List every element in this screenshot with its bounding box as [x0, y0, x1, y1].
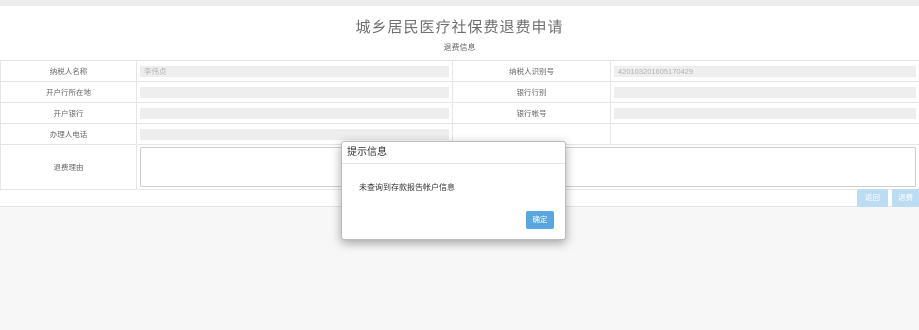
section-title: 退费信息 [443, 43, 476, 52]
taxpayer-name-label: 纳税人名称 [0, 60, 137, 82]
taxpayer-name-field[interactable]: 李伟贞 [140, 65, 449, 77]
bank-location-label: 开户行所在地 [0, 81, 137, 103]
back-button[interactable]: 返回 [857, 189, 888, 207]
dialog-title: 提示信息 [342, 142, 565, 164]
refund-button[interactable]: 退费 [892, 189, 919, 207]
phone-label: 办理人电话 [0, 123, 137, 145]
bank-label: 开户银行 [0, 102, 137, 124]
bank-type-field[interactable] [614, 86, 916, 98]
taxpayer-id-label: 纳税人识别号 [452, 60, 611, 82]
dialog-message: 未查询到存款报告帐户信息 [359, 183, 455, 192]
taxpayer-id-field[interactable]: 420103201605170429 [614, 65, 916, 77]
reason-label: 退费理由 [0, 144, 137, 190]
account-field[interactable] [614, 107, 916, 119]
bank-field[interactable] [140, 107, 449, 119]
bank-location-field[interactable] [140, 86, 449, 98]
phone-field[interactable] [140, 128, 449, 140]
account-label: 银行帐号 [452, 102, 611, 124]
ok-button[interactable]: 确定 [526, 211, 554, 229]
alert-dialog: 提示信息 未查询到存款报告帐户信息 确定 [341, 141, 566, 240]
page-title: 城乡居民医疗社保费退费申请 [355, 19, 564, 36]
bank-type-label: 银行行别 [452, 81, 611, 103]
